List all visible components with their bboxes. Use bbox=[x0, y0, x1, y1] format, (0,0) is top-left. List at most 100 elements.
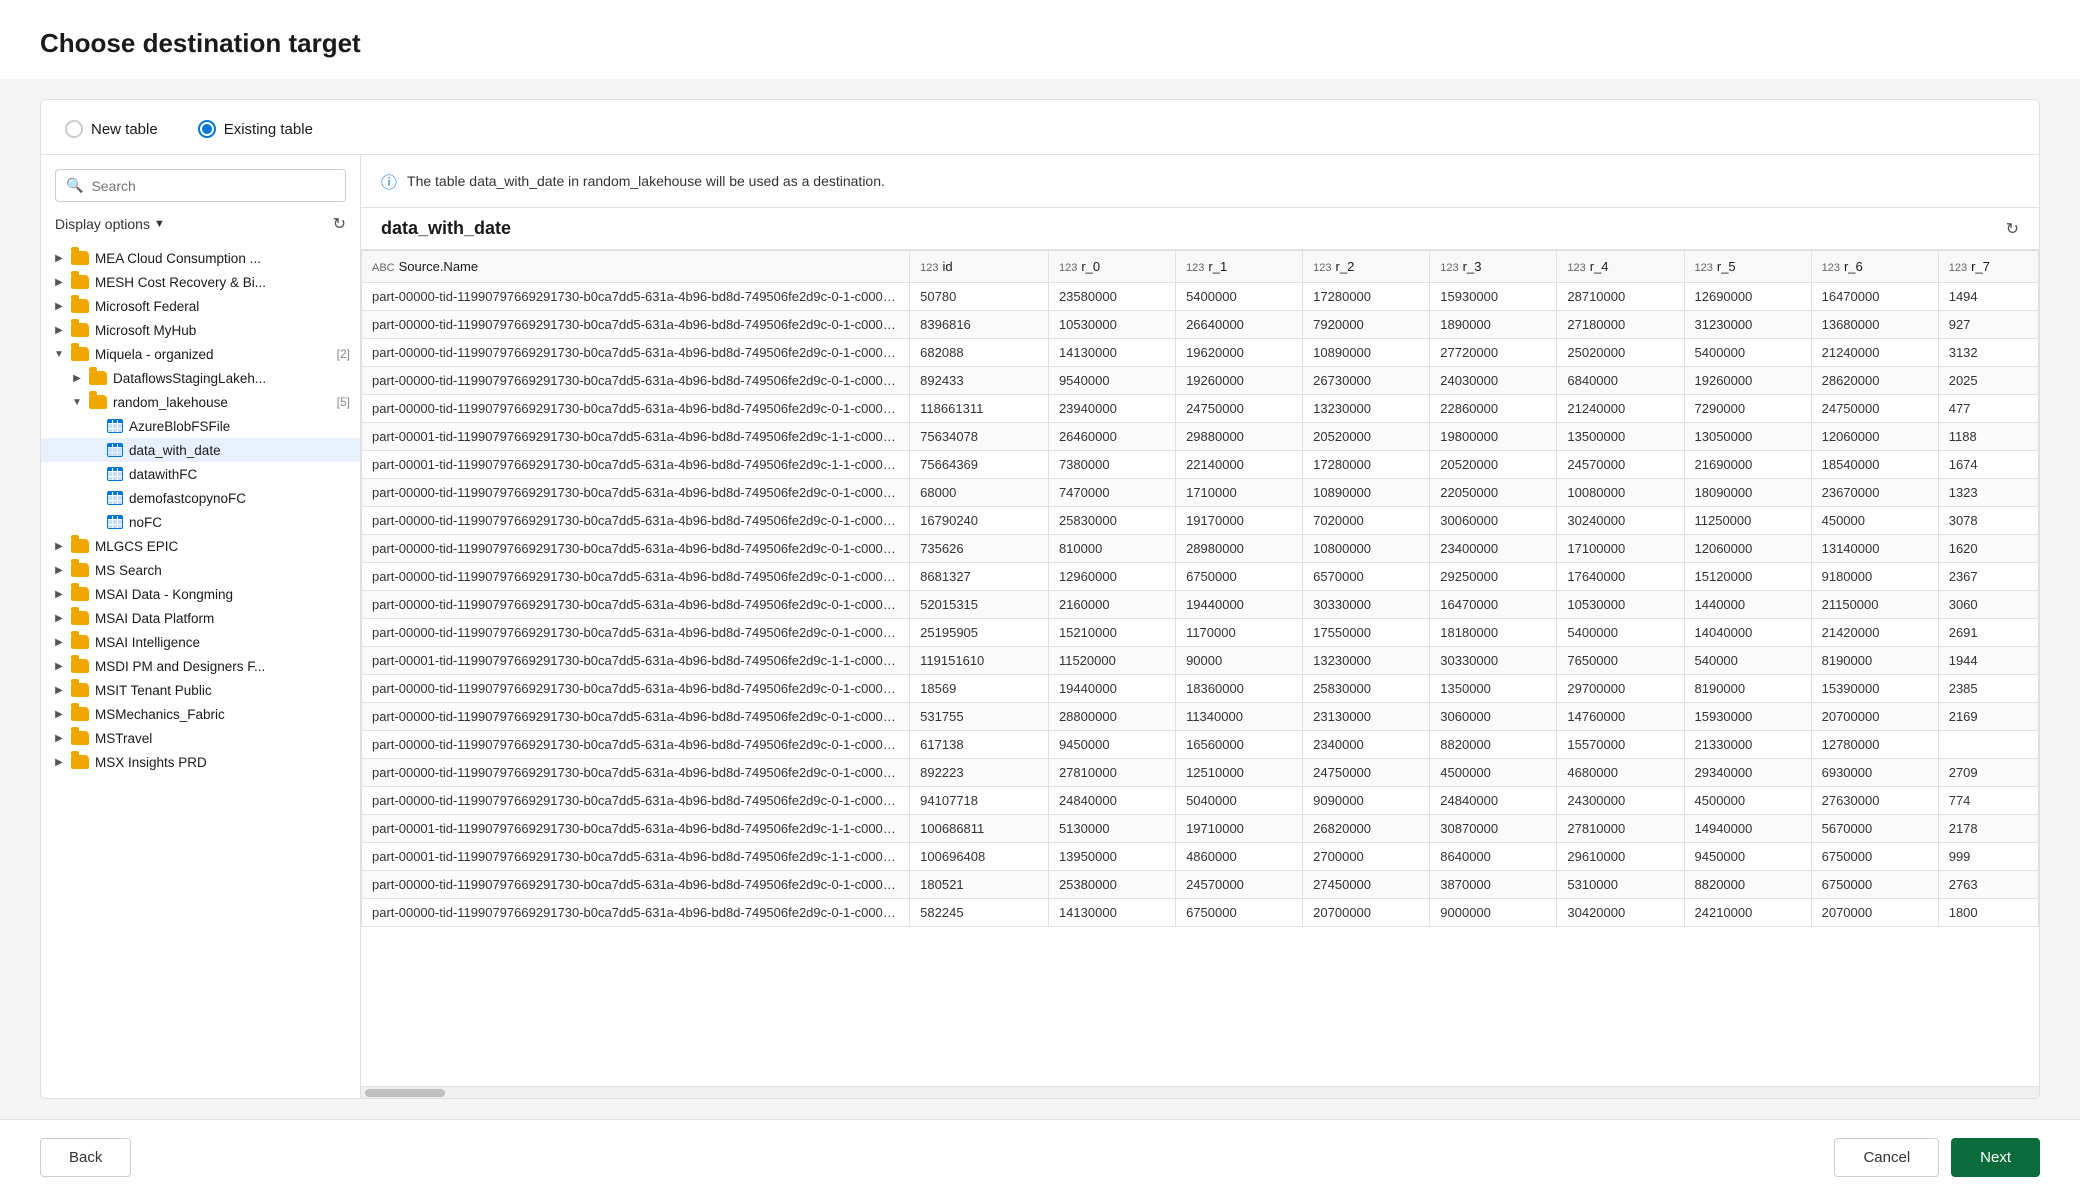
expand-icon-miquela: ▼ bbox=[51, 346, 67, 362]
data-table-wrapper[interactable]: ABCSource.Name123id123r_0123r_1123r_2123… bbox=[361, 250, 2039, 1086]
main-content: New table Existing table 🔍 Display optio… bbox=[0, 79, 2080, 1119]
expand-icon-dataflows: ▶ bbox=[69, 370, 85, 386]
folder-icon-msit_tenant bbox=[71, 683, 89, 697]
item-label-msai_kongming: MSAI Data - Kongming bbox=[95, 587, 350, 602]
table-icon-data_with_date bbox=[107, 443, 123, 457]
cell-r_6: 9180000 bbox=[1811, 563, 1938, 591]
cell-r_3: 30870000 bbox=[1430, 815, 1557, 843]
horizontal-scrollbar[interactable] bbox=[361, 1086, 2039, 1098]
search-box[interactable]: 🔍 bbox=[55, 169, 346, 202]
display-options-row[interactable]: Display options ▼ ↻ bbox=[41, 208, 360, 242]
scrollbar-thumb[interactable] bbox=[365, 1089, 445, 1097]
cell-id: 617138 bbox=[910, 731, 1049, 759]
tree-item-msai_intelligence[interactable]: ▶MSAI Intelligence bbox=[41, 630, 360, 654]
page-header: Choose destination target bbox=[0, 0, 2080, 79]
cell-r_2: 13230000 bbox=[1303, 647, 1430, 675]
folder-icon-msdi_pm bbox=[71, 659, 89, 673]
radio-new-table[interactable]: New table bbox=[65, 120, 158, 138]
cell-r_7: 1323 bbox=[1938, 479, 2038, 507]
cell-r_1: 19170000 bbox=[1176, 507, 1303, 535]
cell-id: 582245 bbox=[910, 899, 1049, 927]
cell-r_0: 10530000 bbox=[1048, 311, 1175, 339]
expand-icon-microsoft_myhub: ▶ bbox=[51, 322, 67, 338]
tree-item-demofastcopynoFC[interactable]: demofastcopynoFC bbox=[41, 486, 360, 510]
cell-r_2: 7920000 bbox=[1303, 311, 1430, 339]
radio-existing-table[interactable]: Existing table bbox=[198, 120, 313, 138]
tree-item-microsoft_myhub[interactable]: ▶ Microsoft MyHub bbox=[41, 318, 360, 342]
cell-r_0: 810000 bbox=[1048, 535, 1175, 563]
expand-icon-mlgcs: ▶ bbox=[51, 538, 67, 554]
cell-id: 16790240 bbox=[910, 507, 1049, 535]
cell-id: 68000 bbox=[910, 479, 1049, 507]
cell-r_0: 5130000 bbox=[1048, 815, 1175, 843]
tree-item-datawithFC[interactable]: datawithFC bbox=[41, 462, 360, 486]
cell-id: 892223 bbox=[910, 759, 1049, 787]
tree-item-ms_search[interactable]: ▶MS Search bbox=[41, 558, 360, 582]
display-options-left[interactable]: Display options ▼ bbox=[55, 216, 165, 232]
expand-icon-noFC bbox=[87, 514, 103, 530]
cell-r_0: 24840000 bbox=[1048, 787, 1175, 815]
cell-r_2: 25830000 bbox=[1303, 675, 1430, 703]
cell-r_0: 7380000 bbox=[1048, 451, 1175, 479]
cell-r_0: 23580000 bbox=[1048, 283, 1175, 311]
expand-icon-random_lakehouse: ▼ bbox=[69, 394, 85, 410]
cell-id: 180521 bbox=[910, 871, 1049, 899]
item-label-random_lakehouse: random_lakehouse bbox=[113, 395, 331, 410]
cancel-button[interactable]: Cancel bbox=[1834, 1138, 1939, 1177]
cell-r_5: 15930000 bbox=[1684, 703, 1811, 731]
radio-existing-table-circle[interactable] bbox=[198, 120, 216, 138]
cell-r_7 bbox=[1938, 731, 2038, 759]
cell-r_5: 1440000 bbox=[1684, 591, 1811, 619]
item-label-microsoft_myhub: Microsoft MyHub bbox=[95, 323, 350, 338]
tree-item-mlgcs[interactable]: ▶MLGCS EPIC bbox=[41, 534, 360, 558]
cell-r_0: 23940000 bbox=[1048, 395, 1175, 423]
cell-r_0: 25380000 bbox=[1048, 871, 1175, 899]
cell-r_0: 13950000 bbox=[1048, 843, 1175, 871]
table-row: part-00000-tid-11990797669291730-b0ca7dd… bbox=[362, 787, 2039, 815]
search-input[interactable] bbox=[91, 178, 335, 194]
tree-item-random_lakehouse[interactable]: ▼random_lakehouse[5] bbox=[41, 390, 360, 414]
cell-r_4: 25020000 bbox=[1557, 339, 1684, 367]
table-row: part-00001-tid-11990797669291730-b0ca7dd… bbox=[362, 423, 2039, 451]
cell-r_7: 2709 bbox=[1938, 759, 2038, 787]
back-button[interactable]: Back bbox=[40, 1138, 131, 1177]
tree-item-mesh[interactable]: ▶MESH Cost Recovery & Bi... bbox=[41, 270, 360, 294]
next-button[interactable]: Next bbox=[1951, 1138, 2040, 1177]
cell-r_7: 477 bbox=[1938, 395, 2038, 423]
tree-item-msit_tenant[interactable]: ▶MSIT Tenant Public bbox=[41, 678, 360, 702]
cell-r_2: 23130000 bbox=[1303, 703, 1430, 731]
cell-id: 94107718 bbox=[910, 787, 1049, 815]
tree-item-dataflows[interactable]: ▶DataflowsStagingLakeh... bbox=[41, 366, 360, 390]
cell-r_5: 21330000 bbox=[1684, 731, 1811, 759]
tree-item-miquela[interactable]: ▼Miquela - organized[2] bbox=[41, 342, 360, 366]
item-label-mea: MEA Cloud Consumption ... bbox=[95, 251, 350, 266]
tree-item-msai_kongming[interactable]: ▶MSAI Data - Kongming bbox=[41, 582, 360, 606]
tree-item-msmechanics[interactable]: ▶MSMechanics_Fabric bbox=[41, 702, 360, 726]
tree-item-msai_platform[interactable]: ▶MSAI Data Platform bbox=[41, 606, 360, 630]
cell-r_4: 15570000 bbox=[1557, 731, 1684, 759]
tree-item-microsoft_federal[interactable]: ▶Microsoft Federal bbox=[41, 294, 360, 318]
refresh-icon[interactable]: ↻ bbox=[333, 214, 346, 234]
cell-r_2: 24750000 bbox=[1303, 759, 1430, 787]
tree-item-data_with_date[interactable]: data_with_date bbox=[41, 438, 360, 462]
tree-item-noFC[interactable]: noFC bbox=[41, 510, 360, 534]
table-row: part-00000-tid-11990797669291730-b0ca7dd… bbox=[362, 731, 2039, 759]
tree-item-mstravel[interactable]: ▶MSTravel bbox=[41, 726, 360, 750]
tree-item-msx_insights[interactable]: ▶MSX Insights PRD bbox=[41, 750, 360, 774]
table-refresh-icon[interactable]: ↻ bbox=[2006, 219, 2019, 239]
tree-item-azureblob[interactable]: AzureBlobFSFile bbox=[41, 414, 360, 438]
table-icon-demofastcopynoFC bbox=[107, 491, 123, 505]
radio-new-table-circle[interactable] bbox=[65, 120, 83, 138]
cell-r_1: 24750000 bbox=[1176, 395, 1303, 423]
footer: Back Cancel Next bbox=[0, 1119, 2080, 1195]
cell-id: 735626 bbox=[910, 535, 1049, 563]
cell-r_0: 27810000 bbox=[1048, 759, 1175, 787]
folder-icon-msai_kongming bbox=[71, 587, 89, 601]
cell-r_1: 6750000 bbox=[1176, 899, 1303, 927]
tree-item-msdi_pm[interactable]: ▶MSDI PM and Designers F... bbox=[41, 654, 360, 678]
cell-r_2: 20520000 bbox=[1303, 423, 1430, 451]
cell-r_2: 17550000 bbox=[1303, 619, 1430, 647]
tree-item-mea[interactable]: ▶MEA Cloud Consumption ... bbox=[41, 246, 360, 270]
cell-r_6: 23670000 bbox=[1811, 479, 1938, 507]
cell-r_2: 10800000 bbox=[1303, 535, 1430, 563]
